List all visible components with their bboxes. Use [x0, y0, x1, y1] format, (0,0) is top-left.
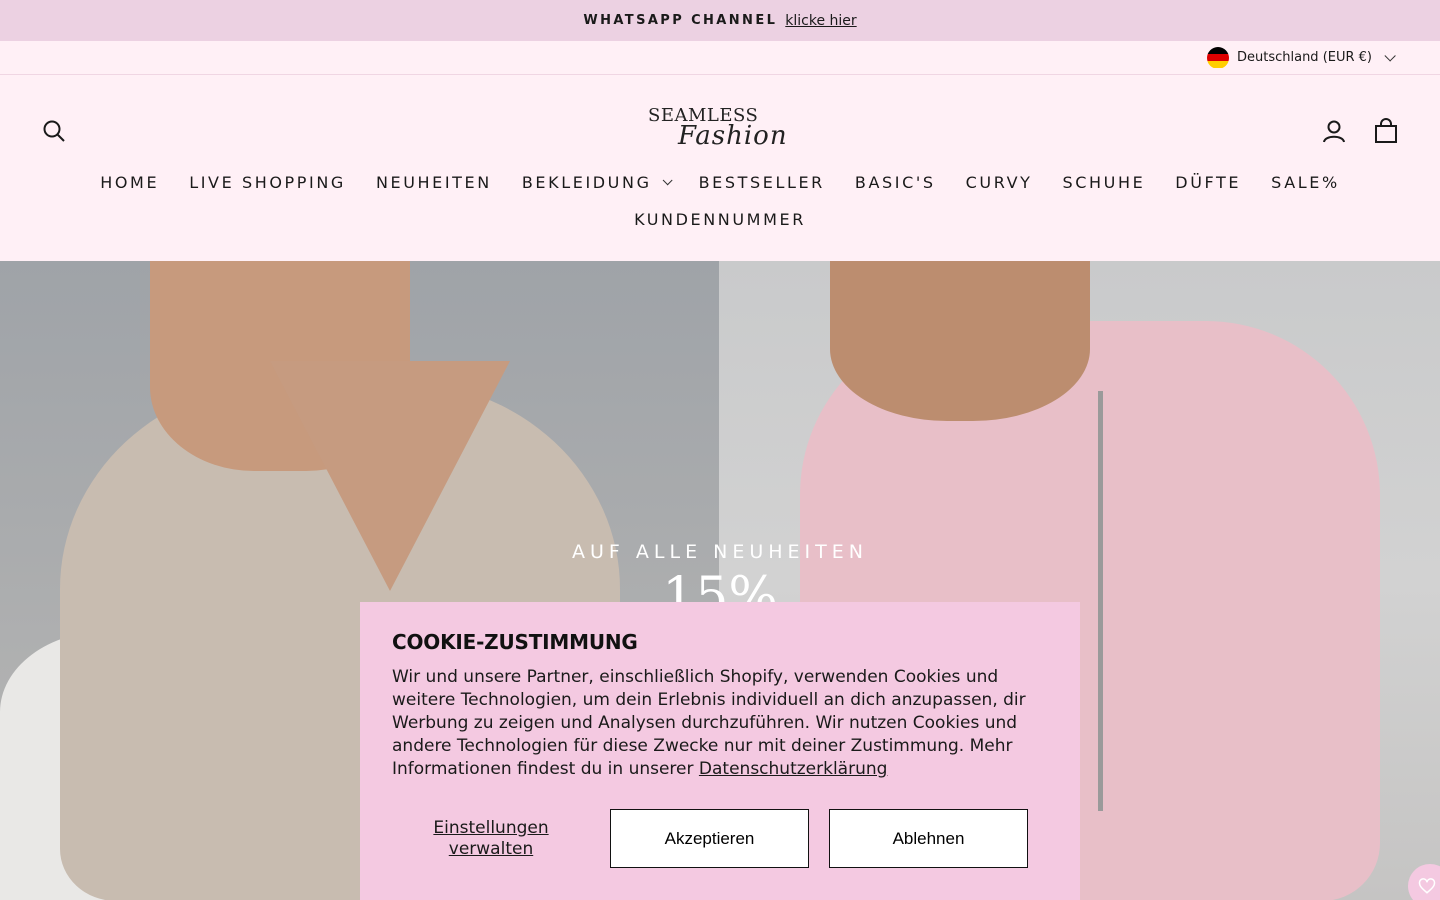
- site-logo[interactable]: SEAMLESS Fashion: [648, 103, 794, 159]
- chevron-down-icon: [662, 175, 673, 186]
- bag-icon[interactable]: [1372, 117, 1400, 145]
- site-header: SEAMLESS Fashion HOME LIVE SHOPPING NEUH…: [0, 75, 1440, 261]
- nav-home[interactable]: HOME: [100, 173, 159, 192]
- utility-bar: Deutschland (EUR €): [0, 41, 1440, 75]
- decline-button[interactable]: Ablehnen: [829, 809, 1028, 868]
- nav-sale[interactable]: SALE%: [1271, 173, 1340, 192]
- nav-basics[interactable]: BASIC'S: [855, 173, 936, 192]
- nav-bestseller[interactable]: BESTSELLER: [699, 173, 825, 192]
- logo-line2: Fashion: [678, 121, 788, 151]
- nav-neuheiten[interactable]: NEUHEITEN: [376, 173, 492, 192]
- manage-settings-link[interactable]: Einstellungen verwalten: [392, 818, 590, 860]
- nav-kundennummer[interactable]: KUNDENNUMMER: [634, 210, 806, 229]
- announcement-bar: WHATSAPP CHANNEL klicke hier: [0, 0, 1440, 41]
- cookie-consent-banner: COOKIE-ZUSTIMMUNG Wir und unsere Partner…: [360, 602, 1080, 900]
- secondary-nav: KUNDENNUMMER: [0, 210, 1440, 229]
- privacy-link[interactable]: Datenschutzerklärung: [699, 759, 888, 779]
- announcement-label: WHATSAPP CHANNEL: [583, 13, 778, 28]
- cookie-body: Wir und unsere Partner, einschließlich S…: [392, 666, 1048, 781]
- main-nav: HOME LIVE SHOPPING NEUHEITEN BEKLEIDUNG …: [0, 173, 1440, 192]
- hero-image-neck-right: [830, 261, 1090, 421]
- nav-live-shopping[interactable]: LIVE SHOPPING: [189, 173, 346, 192]
- chevron-down-icon: [1384, 49, 1396, 62]
- cookie-title: COOKIE-ZUSTIMMUNG: [392, 630, 638, 654]
- nav-bekleidung-label: BEKLEIDUNG: [521, 173, 652, 192]
- announcement-link[interactable]: klicke hier: [785, 13, 856, 29]
- nav-curvy[interactable]: CURVY: [966, 173, 1033, 192]
- locale-selector[interactable]: Deutschland (EUR €): [1206, 46, 1396, 69]
- nav-duefte[interactable]: DÜFTE: [1175, 173, 1241, 192]
- heart-icon: [1418, 878, 1436, 894]
- nav-schuhe[interactable]: SCHUHE: [1062, 173, 1145, 192]
- search-icon[interactable]: [40, 117, 68, 145]
- hero-subtitle: AUF ALLE NEUHEITEN: [572, 541, 868, 563]
- cookie-actions: Einstellungen verwalten Akzeptieren Able…: [392, 809, 1028, 868]
- user-icon[interactable]: [1320, 117, 1348, 145]
- germany-flag-icon: [1206, 46, 1229, 69]
- locale-label: Deutschland (EUR €): [1236, 50, 1372, 65]
- accept-button[interactable]: Akzeptieren: [610, 809, 809, 868]
- nav-bekleidung[interactable]: BEKLEIDUNG: [521, 173, 673, 192]
